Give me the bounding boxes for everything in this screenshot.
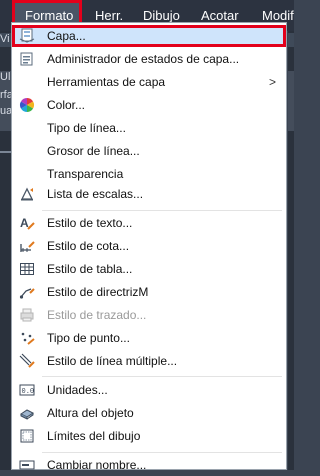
menu-item-label: Altura del objeto	[47, 406, 134, 420]
menu-item-label: Estilo de texto...	[47, 216, 133, 230]
menu-item-estilo-linea-multiple[interactable]: Estilo de línea múltiple...	[12, 350, 286, 372]
multileader-style-icon	[19, 284, 35, 300]
menu-item-altura-objeto[interactable]: Altura del objeto	[12, 402, 286, 424]
menu-item-label: Herramientas de capa	[47, 75, 166, 89]
color-wheel-icon	[19, 97, 35, 113]
scale-list-icon	[19, 186, 35, 202]
menu-item-estilo-cota[interactable]: Estilo de cota...	[12, 235, 286, 257]
layer-states-icon	[19, 51, 35, 67]
menu-item-label: Estilo de tabla...	[47, 262, 133, 276]
menu-item-estilo-trazado: Estilo de trazado...	[12, 304, 286, 326]
menu-item-label: Cambiar nombre...	[47, 458, 147, 472]
menu-item-label: Administrador de estados de capa...	[47, 52, 240, 66]
background-text: rfa	[0, 89, 11, 101]
background-text: Ul	[0, 71, 11, 83]
menu-item-label: Estilo de trazado...	[47, 308, 147, 322]
menu-item-tipo-punto[interactable]: Tipo de punto...	[12, 327, 286, 349]
menu-item-label: Tipo de línea...	[47, 121, 126, 135]
multiline-style-icon	[19, 353, 35, 369]
point-style-icon	[19, 330, 35, 346]
menu-separator	[42, 376, 282, 377]
menu-item-label: Color...	[47, 98, 86, 112]
menu-item-label: Lista de escalas...	[47, 187, 144, 201]
dimension-style-icon	[19, 238, 35, 254]
menu-item-label: Estilo de directrizM	[47, 285, 149, 299]
menu-item-tipo-linea[interactable]: Tipo de línea...	[12, 117, 286, 139]
menu-item-label: Transparencia	[47, 167, 124, 181]
menu-item-administrador-estados[interactable]: Administrador de estados de capa...	[12, 48, 286, 70]
menu-item-label: Unidades...	[47, 383, 108, 397]
units-icon: 0.0	[19, 382, 35, 398]
background-app-left: Vi Ul rfa ua	[0, 31, 11, 470]
menu-separator	[42, 452, 282, 453]
menu-item-estilo-texto[interactable]: A Estilo de texto...	[12, 212, 286, 234]
menu-separator	[42, 210, 282, 211]
background-text: Vi	[0, 33, 10, 45]
menu-item-herramientas-capa[interactable]: Herramientas de capa >	[12, 71, 286, 93]
text-style-icon: A	[19, 215, 35, 231]
menu-item-label: Límites del dibujo	[47, 429, 141, 443]
menu-item-capa[interactable]: Capa...	[12, 25, 286, 47]
menu-item-label: Grosor de línea...	[47, 144, 140, 158]
background-text: ua	[0, 105, 11, 117]
menu-item-color[interactable]: Color...	[12, 94, 286, 116]
menu-item-label: Estilo de línea múltiple...	[47, 354, 178, 368]
layer-properties-icon	[19, 28, 35, 44]
svg-text:0.0: 0.0	[22, 388, 35, 396]
menu-item-estilo-tabla[interactable]: Estilo de tabla...	[12, 258, 286, 280]
drawing-limits-icon	[19, 428, 35, 444]
svg-text:A: A	[20, 216, 29, 230]
plot-style-icon	[19, 307, 35, 323]
menu-item-estilo-directriz[interactable]: Estilo de directrizM	[12, 281, 286, 303]
formato-dropdown-menu: Capa... Administrador de estados de capa…	[11, 22, 287, 472]
menu-item-grosor-linea[interactable]: Grosor de línea...	[12, 140, 286, 162]
thickness-icon	[19, 405, 35, 421]
menu-item-label: Capa...	[47, 29, 86, 43]
rename-icon	[19, 457, 35, 473]
menu-item-unidades[interactable]: 0.0 Unidades...	[12, 379, 286, 401]
menu-item-label: Tipo de punto...	[47, 331, 130, 345]
menu-item-label: Estilo de cota...	[47, 239, 130, 253]
menu-item-lista-escalas[interactable]: Lista de escalas...	[12, 183, 286, 205]
menu-item-cambiar-nombre[interactable]: Cambiar nombre...	[12, 454, 286, 476]
menu-item-transparencia[interactable]: Transparencia	[12, 163, 286, 185]
submenu-arrow-icon: >	[268, 75, 276, 89]
background-app-right	[288, 31, 294, 470]
table-style-icon	[19, 261, 35, 277]
menu-item-limites-dibujo[interactable]: Límites del dibujo	[12, 425, 286, 447]
